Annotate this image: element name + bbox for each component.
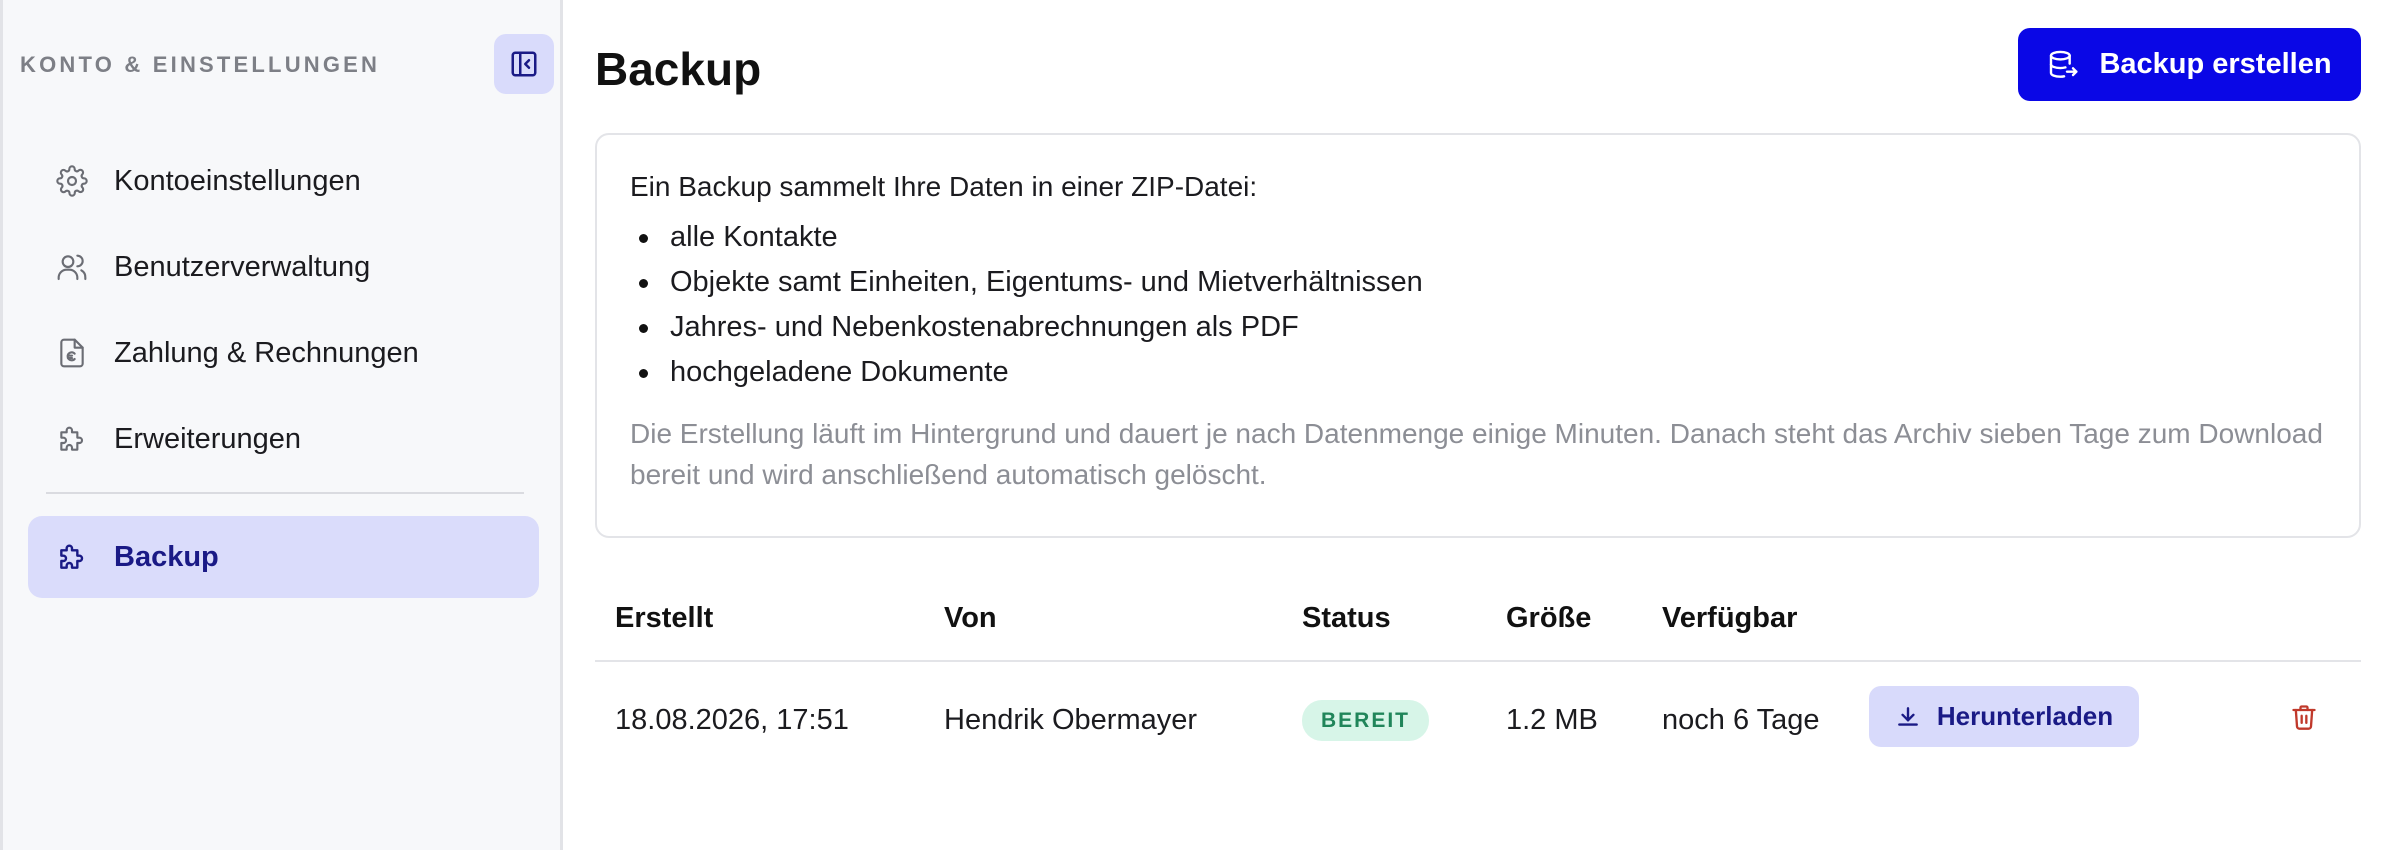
sidebar-item-backup[interactable]: Backup <box>28 516 539 598</box>
sidebar-item-erweiterungen[interactable]: Erweiterungen <box>28 398 539 480</box>
table-row: 18.08.2026, 17:51 Hendrik Obermayer BERE… <box>595 662 2361 777</box>
column-header-erstellt: Erstellt <box>615 602 714 634</box>
users-icon <box>54 249 90 285</box>
sidebar-collapse-button[interactable] <box>494 34 554 94</box>
sidebar-item-label: Erweiterungen <box>114 422 301 455</box>
cell-available: noch 6 Tage <box>1662 704 1820 736</box>
delete-button[interactable] <box>2279 692 2329 742</box>
cell-created: 18.08.2026, 17:51 <box>615 704 849 736</box>
gear-icon <box>54 163 90 199</box>
puzzle-icon <box>54 421 90 457</box>
sidebar-divider <box>46 492 524 494</box>
status-badge: BEREIT <box>1302 700 1429 741</box>
create-backup-button[interactable]: Backup erstellen <box>2018 28 2361 101</box>
sidebar-header: KONTO & EINSTELLUNGEN <box>20 34 560 94</box>
sidebar-item-benutzerverwaltung[interactable]: Benutzerverwaltung <box>28 226 539 308</box>
sidebar-item-label: Benutzerverwaltung <box>114 250 371 283</box>
trash-icon <box>2292 705 2316 730</box>
info-note: Die Erstellung läuft im Hintergrund und … <box>630 418 2323 490</box>
download-label: Herunterladen <box>1936 701 2114 731</box>
download-icon <box>1898 706 1918 726</box>
sidebar: KONTO & EINSTELLUNGEN Kontoeinstellungen <box>0 0 563 850</box>
download-button[interactable]: Herunterladen <box>1869 686 2139 747</box>
create-backup-label: Backup erstellen <box>2099 48 2332 80</box>
column-header-verfuegbar: Verfügbar <box>1662 602 1798 634</box>
list-item: hochgeladene Dokumente <box>630 350 2327 395</box>
sidebar-collapse-icon <box>511 51 537 77</box>
backup-table: Erstellt Von Status Größe Verfügbar 18.0… <box>595 580 2361 777</box>
cell-size: 1.2 MB <box>1506 704 1598 736</box>
main-content: Backup Backup erstellen Ein Backup samme… <box>563 0 2394 850</box>
euro-document-icon <box>54 335 90 371</box>
backup-info-box: Ein Backup sammelt Ihre Daten in einer Z… <box>595 133 2361 538</box>
app-window: KONTO & EINSTELLUNGEN Kontoeinstellungen <box>0 0 2394 850</box>
puzzle-icon <box>54 539 90 575</box>
column-header-von: Von <box>944 602 997 634</box>
sidebar-item-kontoeinstellungen[interactable]: Kontoeinstellungen <box>28 140 539 222</box>
sidebar-item-zahlung-rechnungen[interactable]: Zahlung & Rechnungen <box>28 312 539 394</box>
sidebar-item-label: Backup <box>114 540 219 573</box>
list-item: Jahres- und Nebenkostenabrechnungen als … <box>630 305 2327 350</box>
info-intro: Ein Backup sammelt Ihre Daten in einer Z… <box>630 171 1258 202</box>
page-title: Backup <box>595 43 762 95</box>
column-header-groesse: Größe <box>1506 602 1592 634</box>
database-export-icon <box>2050 50 2078 78</box>
sidebar-title: KONTO & EINSTELLUNGEN <box>20 52 381 77</box>
table-header: Erstellt Von Status Größe Verfügbar <box>595 580 2361 662</box>
list-item: alle Kontakte <box>630 215 2327 260</box>
info-list: alle Kontakte Objekte samt Einheiten, Ei… <box>630 215 2327 395</box>
sidebar-item-label: Zahlung & Rechnungen <box>114 336 419 369</box>
column-header-status: Status <box>1302 602 1391 634</box>
cell-created-by: Hendrik Obermayer <box>944 704 1198 736</box>
list-item: Objekte samt Einheiten, Eigentums- und M… <box>630 260 2327 305</box>
sidebar-item-label: Kontoeinstellungen <box>114 164 361 197</box>
